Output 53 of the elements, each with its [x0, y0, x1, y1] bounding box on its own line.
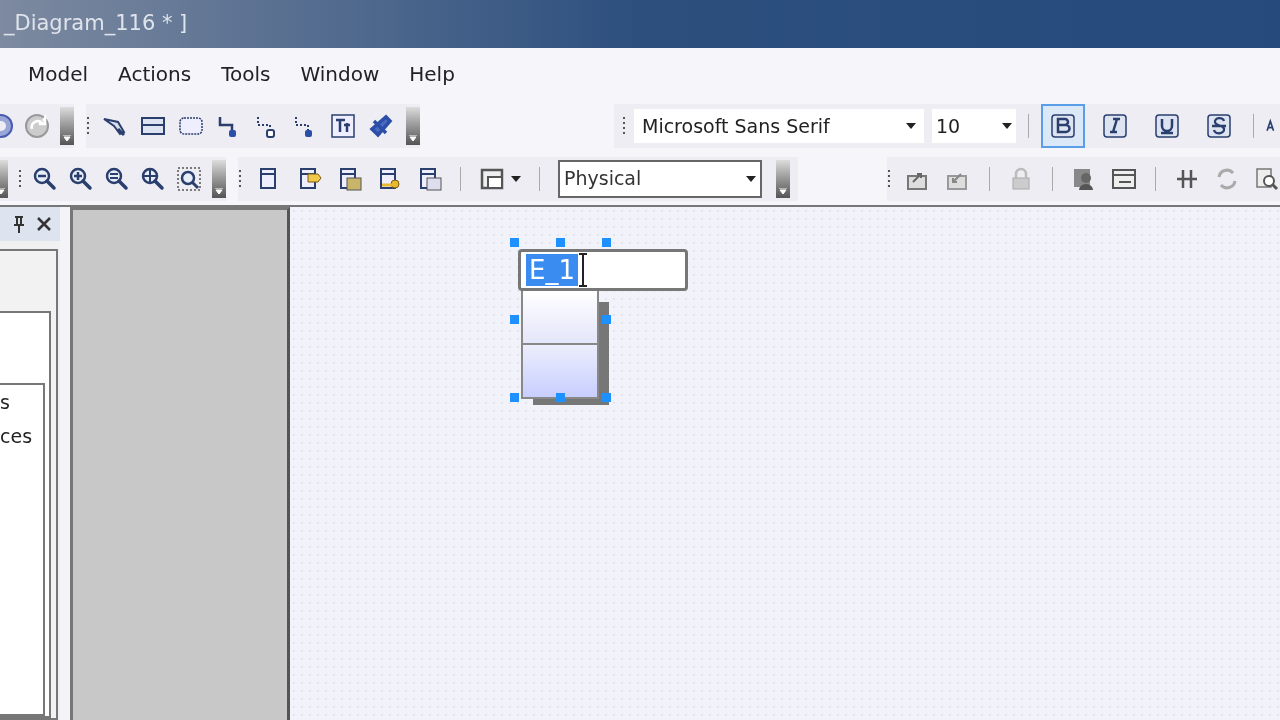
font-size-dropdown[interactable]: 10 — [932, 109, 1016, 143]
caret-icon — [746, 175, 756, 182]
caret-icon — [779, 187, 787, 194]
view-mode-dropdown[interactable]: Physical — [558, 159, 762, 198]
tree-item[interactable]: ces — [0, 419, 43, 453]
zoom-in-icon[interactable] — [68, 165, 94, 192]
selection-handle[interactable] — [556, 238, 565, 247]
toolbar-overflow-button[interactable] — [776, 159, 790, 198]
menu-item[interactable]: Help — [407, 59, 457, 89]
toolbar-overflow-button[interactable] — [406, 107, 420, 145]
close-icon[interactable] — [36, 216, 52, 232]
toolbar-overflow-button[interactable] — [212, 159, 226, 198]
italic-icon — [1102, 113, 1128, 139]
caret-icon — [906, 123, 916, 129]
caret-icon — [409, 135, 417, 141]
menu-item[interactable]: Window — [298, 59, 382, 89]
redo-icon[interactable] — [24, 113, 50, 139]
selection-handle[interactable] — [510, 315, 519, 324]
zoom-actual-icon[interactable] — [104, 165, 130, 192]
selection-handle[interactable] — [510, 238, 519, 247]
caret-icon — [215, 187, 223, 194]
toolbar-grip-icon[interactable] — [622, 115, 626, 137]
menu-item[interactable]: Tools — [219, 59, 273, 89]
caret-icon — [511, 175, 521, 182]
preview-icon[interactable] — [1254, 165, 1280, 192]
zoom-fit-icon[interactable] — [140, 165, 166, 192]
text-cursor-icon — [578, 253, 588, 287]
selection-handle[interactable] — [602, 238, 611, 247]
caret-icon — [63, 135, 71, 141]
menu-item[interactable]: Model — [26, 59, 91, 89]
entity-table[interactable] — [521, 289, 599, 399]
zoom-out-icon[interactable] — [32, 165, 58, 192]
underline-icon — [1154, 113, 1180, 139]
selection-handle[interactable] — [510, 393, 519, 402]
caret-icon — [1002, 123, 1012, 129]
selection-handle[interactable] — [602, 315, 611, 324]
strike-icon — [1206, 113, 1232, 139]
font-family-dropdown[interactable]: Microsoft Sans Serif — [634, 109, 924, 143]
window-title: _Diagram_116 * ] — [2, 10, 188, 38]
text-icon[interactable] — [330, 113, 356, 139]
caret-icon — [0, 187, 5, 194]
toolbar-grip-icon[interactable] — [238, 167, 242, 190]
bold-icon — [1050, 113, 1076, 139]
zoom-area-icon[interactable] — [176, 165, 202, 192]
selection-handle[interactable] — [602, 393, 611, 402]
toolbar-grip-icon[interactable] — [86, 115, 90, 137]
menu-item[interactable]: Actions — [116, 59, 194, 89]
toolbar-grip-icon[interactable] — [887, 167, 891, 190]
selection-handle[interactable] — [556, 393, 565, 402]
toolbar-grip-icon[interactable] — [18, 167, 22, 190]
tree-item[interactable]: s — [0, 385, 43, 419]
bold-button[interactable] — [1041, 104, 1085, 148]
toolbar-overflow-button[interactable] — [60, 107, 74, 145]
